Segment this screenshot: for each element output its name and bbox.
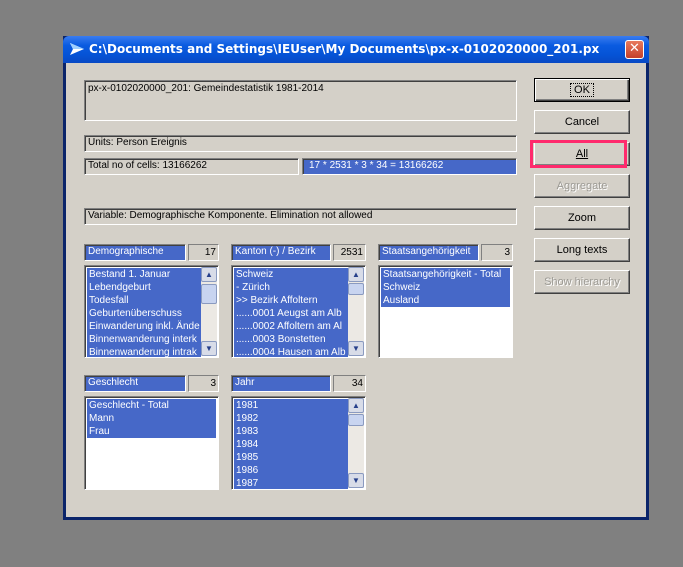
aggregate-button[interactable]: Aggregate bbox=[534, 174, 630, 198]
total-cells-label: Total no of cells: 13166262 bbox=[84, 158, 299, 175]
list-item[interactable]: ......0003 Bonstetten bbox=[234, 333, 348, 346]
ok-button[interactable]: OK bbox=[534, 78, 630, 102]
list-item[interactable]: 1982 bbox=[234, 412, 348, 425]
scroll-up-icon[interactable]: ▲ bbox=[201, 267, 217, 282]
list-item[interactable]: Einwanderung inkl. Ände bbox=[87, 320, 201, 333]
close-icon: ✕ bbox=[629, 41, 640, 56]
cancel-button[interactable]: Cancel bbox=[534, 110, 630, 134]
vertical-scrollbar[interactable]: ▲ ▼ bbox=[348, 398, 364, 488]
title-bar[interactable]: C:\Documents and Settings\IEUser\My Docu… bbox=[63, 36, 649, 63]
scroll-down-icon[interactable]: ▼ bbox=[348, 473, 364, 488]
window-title: C:\Documents and Settings\IEUser\My Docu… bbox=[89, 42, 600, 56]
list-item[interactable]: - Zürich bbox=[234, 281, 348, 294]
list-item[interactable]: Mann bbox=[87, 412, 216, 425]
listbox-kanton[interactable]: Schweiz - Zürich >> Bezirk Affoltern ...… bbox=[231, 265, 366, 358]
table-description: px-x-0102020000_201: Gemeindestatistik 1… bbox=[84, 80, 517, 121]
close-button[interactable]: ✕ bbox=[625, 40, 644, 59]
list-item[interactable]: 1983 bbox=[234, 425, 348, 438]
list-item[interactable]: 1981 bbox=[234, 399, 348, 412]
list-item[interactable]: 1986 bbox=[234, 464, 348, 477]
scroll-down-icon[interactable]: ▼ bbox=[201, 341, 217, 356]
all-button[interactable]: All bbox=[534, 142, 630, 166]
show-hierarchy-button[interactable]: Show hierarchy bbox=[534, 270, 630, 294]
scroll-up-icon[interactable]: ▲ bbox=[348, 267, 364, 282]
variable-count-demographische: 17 bbox=[188, 244, 219, 261]
list-item[interactable]: 1984 bbox=[234, 438, 348, 451]
listbox-geschlecht[interactable]: Geschlecht - Total Mann Frau bbox=[84, 396, 219, 490]
variable-header-geschlecht: Geschlecht bbox=[84, 375, 186, 392]
list-item[interactable]: Bestand 1. Januar bbox=[87, 268, 201, 281]
variable-count-kanton: 2531 bbox=[333, 244, 366, 261]
list-item[interactable]: >> Bezirk Affoltern bbox=[234, 294, 348, 307]
dialog-window: C:\Documents and Settings\IEUser\My Docu… bbox=[63, 36, 649, 520]
scroll-thumb[interactable] bbox=[348, 414, 364, 426]
list-item[interactable]: ......0002 Affoltern am Al bbox=[234, 320, 348, 333]
variable-count-jahr: 34 bbox=[333, 375, 366, 392]
scroll-down-icon[interactable]: ▼ bbox=[348, 341, 364, 356]
list-item[interactable]: Schweiz bbox=[234, 268, 348, 281]
list-item[interactable]: 1987 bbox=[234, 477, 348, 489]
scroll-thumb[interactable] bbox=[348, 283, 364, 295]
listbox-jahr[interactable]: 1981 1982 1983 1984 1985 1986 1987 ▲ ▼ bbox=[231, 396, 366, 490]
variable-header-staatsangehoerigkeit: Staatsangehörigkeit bbox=[378, 244, 479, 261]
listbox-staatsangehoerigkeit[interactable]: Staatsangehörigkeit - Total Schweiz Ausl… bbox=[378, 265, 513, 358]
list-item[interactable]: ......0004 Hausen am Alb bbox=[234, 346, 348, 357]
dialog-body: px-x-0102020000_201: Gemeindestatistik 1… bbox=[66, 63, 646, 517]
variable-header-jahr: Jahr bbox=[231, 375, 331, 392]
long-texts-button[interactable]: Long texts bbox=[534, 238, 630, 262]
listbox-demographische[interactable]: Bestand 1. Januar Lebendgeburt Todesfall… bbox=[84, 265, 219, 358]
list-item[interactable]: Schweiz bbox=[381, 281, 510, 294]
list-item[interactable]: Ausland bbox=[381, 294, 510, 307]
list-item[interactable]: ......0001 Aeugst am Alb bbox=[234, 307, 348, 320]
variable-note: Variable: Demographische Komponente. Eli… bbox=[84, 208, 517, 225]
list-item[interactable]: Todesfall bbox=[87, 294, 201, 307]
list-item[interactable]: Geburtenüberschuss bbox=[87, 307, 201, 320]
variable-header-demographische: Demographische bbox=[84, 244, 186, 261]
list-item[interactable]: Binnenwanderung intrak bbox=[87, 346, 201, 357]
scroll-up-icon[interactable]: ▲ bbox=[348, 398, 364, 413]
vertical-scrollbar[interactable]: ▲ ▼ bbox=[201, 267, 217, 356]
list-item[interactable]: Geschlecht - Total bbox=[87, 399, 216, 412]
zoom-button[interactable]: Zoom bbox=[534, 206, 630, 230]
variable-header-kanton: Kanton (-) / Bezirk bbox=[231, 244, 331, 261]
variable-count-geschlecht: 3 bbox=[188, 375, 219, 392]
list-item[interactable]: Frau bbox=[87, 425, 216, 438]
units-label: Units: Person Ereignis bbox=[84, 135, 517, 152]
ok-label: OK bbox=[570, 83, 594, 97]
cells-formula: 17 * 2531 * 3 * 34 = 13166262 bbox=[302, 158, 517, 175]
all-label: All bbox=[575, 148, 589, 160]
vertical-scrollbar[interactable]: ▲ ▼ bbox=[348, 267, 364, 356]
list-item[interactable]: 1985 bbox=[234, 451, 348, 464]
scroll-thumb[interactable] bbox=[201, 284, 217, 304]
list-item[interactable]: Staatsangehörigkeit - Total bbox=[381, 268, 510, 281]
list-item[interactable]: Binnenwanderung interk bbox=[87, 333, 201, 346]
arrow-app-icon bbox=[70, 43, 84, 55]
list-item[interactable]: Lebendgeburt bbox=[87, 281, 201, 294]
variable-count-staatsangehoerigkeit: 3 bbox=[481, 244, 513, 261]
